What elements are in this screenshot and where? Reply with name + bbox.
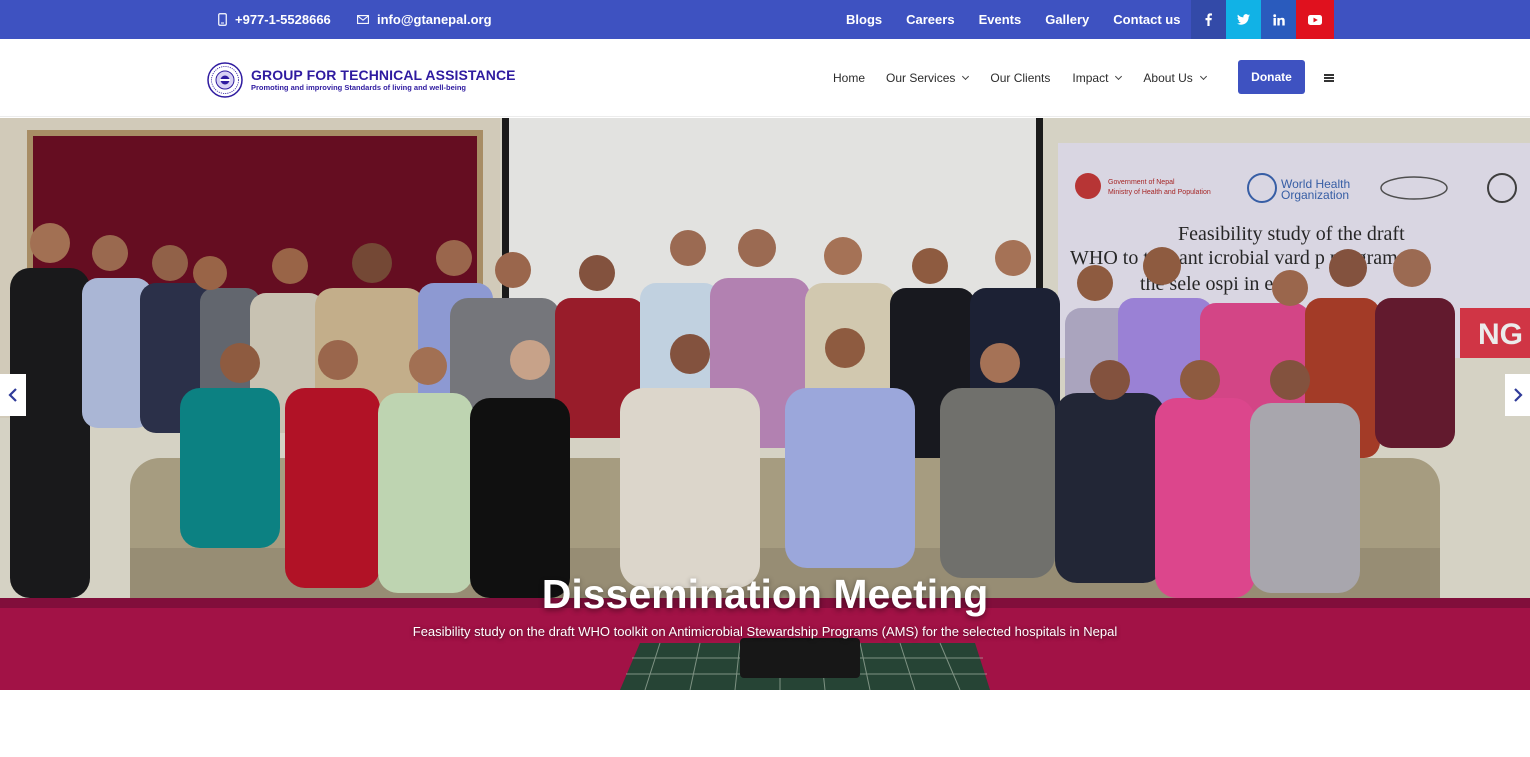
nav-our-clients[interactable]: Our Clients [990,71,1050,85]
facebook-button[interactable] [1191,0,1226,39]
nav-our-services-label: Our Services [886,71,956,85]
donate-button[interactable]: Donate [1238,60,1305,94]
mobile-phone-icon [218,13,227,26]
chevron-down-icon [962,72,970,80]
nav-our-clients-label: Our Clients [990,71,1051,85]
phone-number: +977-1-5528666 [235,12,331,27]
top-link-blogs[interactable]: Blogs [846,12,882,27]
nav-home-label: Home [833,71,866,85]
gta-logo-emblem[interactable] [207,62,243,98]
top-link-gallery[interactable]: Gallery [1045,12,1089,27]
hero-slider: Government of Nepal Ministry of Health a… [0,118,1530,690]
twitter-button[interactable] [1226,0,1261,39]
top-bar: +977-1-5528666 info@gtanepal.org Blogs C… [0,0,1530,39]
menu-hamburger-icon[interactable] [1324,74,1334,82]
top-link-contact-us[interactable]: Contact us [1113,12,1180,27]
logo-tagline: Promoting and improving Standards of liv… [251,83,467,92]
logo-title[interactable]: GROUP FOR TECHNICAL ASSISTANCE [251,67,516,83]
email-address: info@gtanepal.org [377,12,492,27]
phone-contact[interactable]: +977-1-5528666 [218,0,331,39]
linkedin-icon [1272,13,1285,25]
hero-title: Dissemination Meeting [541,571,989,617]
top-links: Blogs Careers Events Gallery Contact us [822,0,1180,39]
youtube-icon [1308,14,1322,25]
slider-prev-button[interactable] [0,374,26,416]
main-nav: Home Our Services Our Clients Impact Abo… [833,39,1207,117]
slider-next-button[interactable] [1505,374,1530,416]
nav-about-us[interactable]: About Us [1143,71,1207,85]
email-contact[interactable]: info@gtanepal.org [357,0,492,39]
facebook-icon [1205,13,1212,26]
youtube-button[interactable] [1296,0,1334,39]
nav-impact-label: Impact [1072,71,1109,85]
nav-about-us-label: About Us [1143,71,1193,85]
chevron-right-icon [1513,388,1523,402]
nav-our-services[interactable]: Our Services [886,71,970,85]
main-header: GROUP FOR TECHNICAL ASSISTANCE Promoting… [0,39,1530,117]
nav-home[interactable]: Home [833,71,865,85]
chevron-down-icon [1199,72,1207,80]
top-link-events[interactable]: Events [979,12,1022,27]
chevron-left-icon [8,388,17,402]
chevron-down-icon [1115,72,1123,80]
twitter-icon [1237,14,1250,25]
hero-subtitle: Feasibility study on the draft WHO toolk… [412,624,1118,639]
top-link-careers[interactable]: Careers [906,12,954,27]
linkedin-button[interactable] [1261,0,1296,39]
nav-impact[interactable]: Impact [1072,71,1123,85]
envelope-icon [357,15,369,24]
